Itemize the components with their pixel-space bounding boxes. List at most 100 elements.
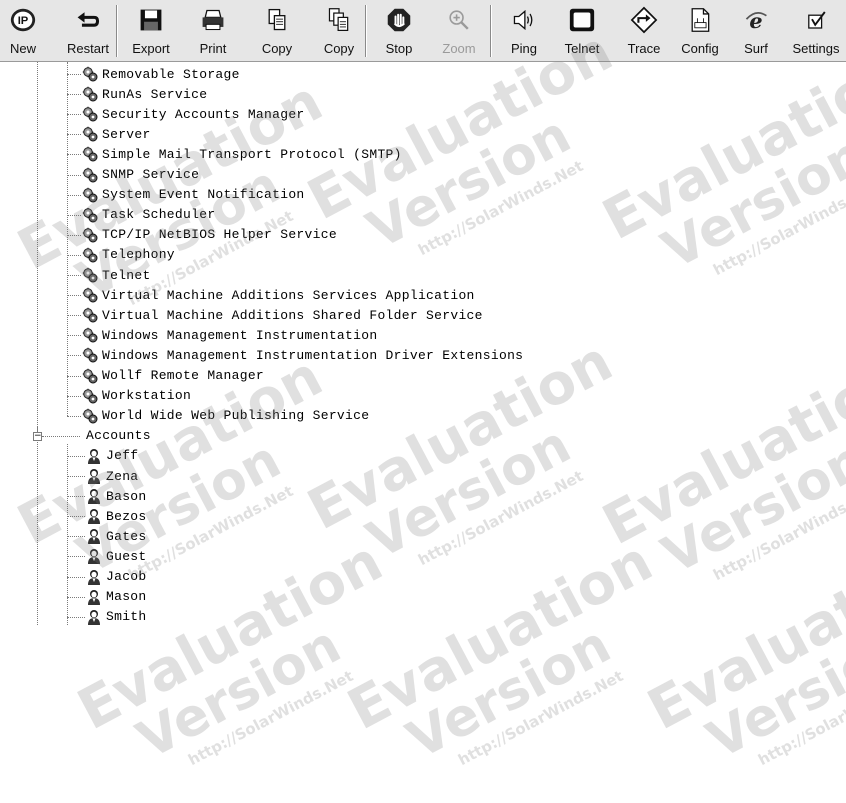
tree-item-account[interactable]: Gates <box>86 526 147 546</box>
toolbar-button-label: Surf <box>744 41 768 56</box>
toolbar-button-label: Config <box>681 41 719 56</box>
tree-item-service[interactable]: System Event Notification <box>82 185 305 205</box>
service-gear-icon <box>82 347 98 363</box>
user-account-icon <box>86 528 102 545</box>
tree-connector-line <box>67 315 81 317</box>
tree-item-service[interactable]: Virtual Machine Additions Shared Folder … <box>82 305 483 325</box>
tree-item-service[interactable]: Wollf Remote Manager <box>82 366 264 386</box>
toolbar-button-config[interactable]: Config <box>672 0 728 62</box>
toolbar-button-copy[interactable]: Copy <box>246 0 308 62</box>
user-account-icon <box>86 488 102 505</box>
watermark-url: http://SolarWinds.Net <box>755 666 846 770</box>
tree-connector-line <box>67 415 81 417</box>
tree-item-label: Bason <box>106 488 147 504</box>
floppy-disk-icon <box>136 5 166 35</box>
tree-item-service[interactable]: SNMP Service <box>82 165 199 185</box>
toolbar: IP New Restart Export Print Copy Copy Stop Zoom P… <box>0 0 846 62</box>
tree-item-label: Zena <box>106 468 139 484</box>
copy-multi-icon <box>324 5 354 35</box>
toolbar-button-label: Zoom <box>442 41 476 56</box>
tree-item-service[interactable]: Server <box>82 124 151 144</box>
tree-item-account[interactable]: Smith <box>86 607 147 625</box>
toolbar-button-label: Telnet <box>564 41 600 56</box>
service-gear-icon <box>82 327 98 343</box>
tree-item-account[interactable]: Jacob <box>86 567 147 587</box>
toolbar-separator <box>490 5 492 57</box>
tree-item-service[interactable]: Windows Management Instrumentation <box>82 325 377 345</box>
service-gear-icon <box>82 307 98 323</box>
tree-item-account[interactable]: Bason <box>86 486 147 506</box>
tree-item-service[interactable]: Windows Management Instrumentation Drive… <box>82 345 523 365</box>
tree-connector-line <box>67 556 85 558</box>
tree-item-label: Workstation <box>102 388 192 404</box>
svg-text:IP: IP <box>18 15 29 27</box>
tree-node-accounts[interactable]: Accounts <box>86 426 151 446</box>
service-gear-icon <box>82 227 98 243</box>
tree-item-service[interactable]: World Wide Web Publishing Service <box>82 406 369 426</box>
tree-connector-line <box>67 94 81 96</box>
tree-item-label: Guest <box>106 548 147 564</box>
restart-arrow-icon <box>73 5 103 35</box>
service-gear-icon <box>82 66 98 82</box>
tree-connector-line <box>67 576 85 578</box>
tree-connector-line <box>67 295 81 297</box>
toolbar-button-copy-2[interactable]: Copy <box>308 0 370 62</box>
tree-item-label: Telnet <box>102 267 151 283</box>
toolbar-button-settings[interactable]: Settings <box>786 0 846 62</box>
tree-item-account[interactable]: Guest <box>86 546 147 566</box>
service-gear-icon <box>82 368 98 384</box>
tree-connector-line <box>67 194 81 196</box>
tree-item-label: Jacob <box>106 569 147 584</box>
tree-item-account[interactable]: Jeff <box>86 446 138 466</box>
tree-item-service[interactable]: Workstation <box>82 386 191 406</box>
toolbar-button-label: Trace <box>627 41 661 56</box>
tree-item-service[interactable]: Simple Mail Transport Protocol (SMTP) <box>82 144 402 164</box>
toolbar-button-export[interactable]: Export <box>120 0 182 62</box>
toolbar-button-print[interactable]: Print <box>182 0 244 62</box>
tree-item-account[interactable]: Bezos <box>86 506 147 526</box>
tree-item-service[interactable]: RunAs Service <box>82 84 207 104</box>
tree-item-service[interactable]: Telnet <box>82 265 151 285</box>
tree-connector-line <box>67 596 85 598</box>
tree-item-service[interactable]: Virtual Machine Additions Services Appli… <box>82 285 475 305</box>
user-account-icon <box>86 448 102 464</box>
toolbar-button-trace[interactable]: Trace <box>615 0 673 62</box>
toolbar-button-surf[interactable]: e Surf <box>728 0 784 62</box>
tree-item-service[interactable]: Removable Storage <box>82 64 240 84</box>
tree-view[interactable]: Removable Storage RunAs Service Security A… <box>0 62 846 625</box>
toolbar-button-ping[interactable]: Ping <box>495 0 553 62</box>
tree-item-service[interactable]: TCP/IP NetBIOS Helper Service <box>82 225 337 245</box>
tree-item-label: TCP/IP NetBIOS Helper Service <box>102 227 337 243</box>
tree-item-service[interactable]: Security Accounts Manager <box>82 104 305 124</box>
tree-item-label: World Wide Web Publishing Service <box>102 408 370 424</box>
stop-hand-icon <box>384 5 414 35</box>
service-gear-icon <box>82 187 98 203</box>
tree-connector-line <box>37 62 38 625</box>
user-account-icon <box>86 508 102 525</box>
service-gear-icon <box>82 388 98 404</box>
toolbar-button-zoom: Zoom <box>430 0 488 62</box>
tree-item-label: Removable Storage <box>102 66 240 82</box>
service-gear-icon <box>82 106 98 122</box>
user-account-icon <box>86 548 102 565</box>
toolbar-button-telnet[interactable]: Telnet <box>552 0 612 62</box>
tree-collapse-toggle[interactable]: − <box>33 431 42 441</box>
service-gear-icon <box>82 408 98 424</box>
tree-item-service[interactable]: Task Scheduler <box>82 205 215 225</box>
tree-item-service[interactable]: Telephony <box>82 245 175 265</box>
tree-item-account[interactable]: Zena <box>86 466 138 486</box>
tree-connector-line <box>67 476 85 477</box>
toolbar-button-label: Export <box>132 41 170 56</box>
tree-connector-line <box>67 375 81 377</box>
tree-connector-line <box>67 443 68 625</box>
svg-text:e: e <box>749 8 762 33</box>
user-account-icon <box>86 589 102 605</box>
toolbar-button-stop[interactable]: Stop <box>370 0 428 62</box>
tree-item-label: RunAs Service <box>102 86 208 102</box>
toolbar-button-new[interactable]: IP New <box>0 0 46 62</box>
toolbar-button-restart[interactable]: Restart <box>57 0 119 62</box>
tree-item-account[interactable]: Mason <box>86 587 147 607</box>
tree-connector-line <box>67 154 81 156</box>
printer-icon <box>198 5 228 35</box>
toolbar-button-label: Restart <box>67 41 109 56</box>
